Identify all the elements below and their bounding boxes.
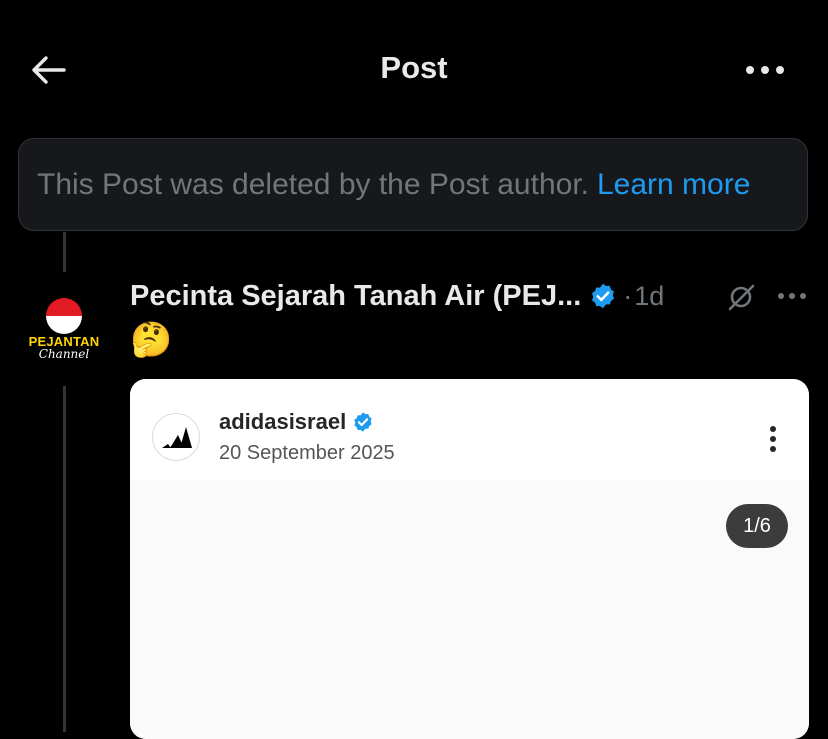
grok-button[interactable] bbox=[722, 280, 760, 314]
adidas-logo-icon bbox=[152, 413, 200, 461]
embed-username-text: adidasisrael bbox=[219, 409, 347, 434]
verified-badge-icon bbox=[352, 411, 374, 433]
embed-header: adidasisrael 20 September 2025 bbox=[130, 379, 809, 480]
more-options-button[interactable] bbox=[742, 52, 788, 88]
notice-text: This Post was deleted by the Post author… bbox=[37, 167, 589, 201]
embed-media: 1/6 bbox=[130, 480, 809, 739]
meta-separator: · bbox=[623, 280, 633, 311]
more-vertical-icon bbox=[758, 421, 788, 457]
post-time[interactable]: 1d bbox=[634, 281, 664, 312]
author-name[interactable]: Pecinta Sejarah Tanah Air (PEJ... bbox=[130, 280, 581, 313]
embed-date: 20 September 2025 bbox=[219, 442, 395, 464]
embedded-instagram-card[interactable]: adidasisrael 20 September 2025 1/6 bbox=[130, 379, 809, 739]
grok-icon bbox=[728, 284, 755, 311]
thread-line bbox=[63, 232, 66, 272]
image-counter-badge: 1/6 bbox=[726, 504, 788, 548]
verified-badge-icon bbox=[589, 282, 617, 310]
flag-icon bbox=[46, 298, 82, 334]
page-title: Post bbox=[380, 50, 448, 85]
embed-username: adidasisrael bbox=[219, 409, 374, 435]
learn-more-link[interactable]: Learn more bbox=[597, 168, 750, 202]
more-horizontal-icon bbox=[746, 66, 784, 74]
post-meta: Pecinta Sejarah Tanah Air (PEJ... · 1d bbox=[130, 276, 664, 316]
thread-line bbox=[63, 386, 66, 732]
deleted-post-notice: This Post was deleted by the Post author… bbox=[18, 138, 808, 231]
top-bar: Post bbox=[0, 0, 828, 138]
avatar-sub-text: Channel bbox=[38, 347, 90, 361]
post-text: 🤔 bbox=[130, 321, 173, 359]
more-horizontal-icon bbox=[778, 293, 806, 299]
author-avatar[interactable]: PEJANTAN Channel bbox=[20, 284, 108, 372]
post-more-button[interactable] bbox=[774, 282, 810, 310]
